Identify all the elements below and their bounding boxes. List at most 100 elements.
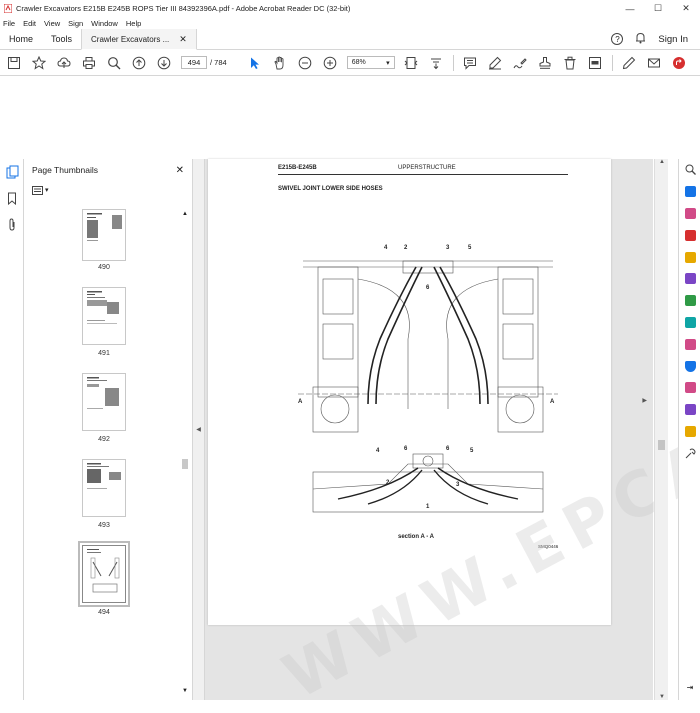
thumbnail-page-490[interactable] <box>82 209 126 261</box>
page-number-input[interactable]: 494 <box>181 56 207 69</box>
fill-sign-icon[interactable] <box>679 333 700 355</box>
window-title: Crawler Excavators E215B E245B ROPS Tier… <box>16 4 616 13</box>
chevron-right-icon[interactable]: ▶ <box>642 397 647 404</box>
section-mark-left: A <box>298 399 303 405</box>
request-signature-icon[interactable] <box>679 399 700 421</box>
search-icon[interactable] <box>106 55 122 71</box>
email-icon[interactable] <box>646 55 662 71</box>
upload-cloud-icon[interactable] <box>56 55 72 71</box>
scroll-up-arrow-icon[interactable]: ▲ <box>182 211 188 217</box>
next-page-icon[interactable] <box>156 55 172 71</box>
document-scrollbar[interactable]: ▲ ▼ <box>654 159 668 700</box>
document-viewer[interactable]: E215B-E245B UPPERSTRUCTURE SWIVEL JOINT … <box>205 159 653 700</box>
pdf-page: E215B-E245B UPPERSTRUCTURE SWIVEL JOINT … <box>208 159 611 625</box>
menu-edit[interactable]: Edit <box>23 19 36 28</box>
sign-in-button[interactable]: Sign In <box>658 34 688 45</box>
search-tool-icon[interactable] <box>679 159 700 181</box>
delete-trash-icon[interactable] <box>562 55 578 71</box>
thumbnails-scrollbar[interactable]: ▲ ▼ <box>182 211 188 694</box>
chevron-left-icon: ◀ <box>196 426 201 433</box>
previous-page-icon[interactable] <box>131 55 147 71</box>
notifications-icon[interactable] <box>635 32 646 47</box>
thumbnail-label: 494 <box>24 609 184 616</box>
thumbnail-page-491[interactable] <box>82 287 126 345</box>
toolbar-separator <box>453 55 454 71</box>
menu-help[interactable]: Help <box>126 19 141 28</box>
redact-icon[interactable] <box>587 55 603 71</box>
prepare-form-icon[interactable] <box>679 377 700 399</box>
select-cursor-icon[interactable] <box>247 55 263 71</box>
sign-pen-icon[interactable] <box>512 55 528 71</box>
attachments-icon[interactable] <box>0 211 24 237</box>
thumbnail-label: 492 <box>24 436 184 443</box>
protect-shield-icon[interactable] <box>679 355 700 377</box>
tab-tools[interactable]: Tools <box>42 29 81 49</box>
highlight-pen-icon[interactable] <box>487 55 503 71</box>
comment-tool-icon[interactable] <box>679 246 700 268</box>
stamp-icon[interactable] <box>537 55 553 71</box>
thumbnails-scrollbar-thumb[interactable] <box>182 459 188 469</box>
collapse-rail-icon[interactable]: ⇥ <box>679 676 700 698</box>
menu-bar: File Edit View Sign Window Help <box>0 17 700 29</box>
page-total: / 784 <box>210 58 227 67</box>
export-pdf-icon[interactable] <box>679 224 700 246</box>
save-icon[interactable] <box>6 55 22 71</box>
menu-file[interactable]: File <box>3 19 15 28</box>
scroll-up-arrow-icon[interactable]: ▲ <box>655 159 669 165</box>
send-for-comments-icon[interactable] <box>679 421 700 443</box>
thumbnail-options-button[interactable]: ▾ <box>32 184 52 196</box>
edit-pdf-icon[interactable] <box>679 203 700 225</box>
comment-icon[interactable] <box>462 55 478 71</box>
tab-home[interactable]: Home <box>0 29 42 49</box>
fit-page-icon[interactable] <box>403 55 419 71</box>
scroll-mode-icon[interactable] <box>428 55 444 71</box>
zoom-in-icon[interactable] <box>322 55 338 71</box>
more-tools-icon[interactable] <box>679 442 700 464</box>
zoom-out-icon[interactable] <box>297 55 313 71</box>
print-icon[interactable] <box>81 55 97 71</box>
share-icon[interactable] <box>671 55 687 71</box>
bookmark-star-icon[interactable] <box>31 55 47 71</box>
close-tab-icon[interactable]: ✕ <box>179 34 187 45</box>
scroll-down-arrow-icon[interactable]: ▼ <box>182 688 188 694</box>
scroll-down-arrow-icon[interactable]: ▼ <box>655 694 669 700</box>
tab-document-label: Crawler Excavators ... <box>91 35 169 44</box>
draw-pen-icon[interactable] <box>621 55 637 71</box>
page-header-section: UPPERSTRUCTURE <box>398 165 456 171</box>
section-mark-right: A <box>550 399 555 405</box>
zoom-level-value: 68% <box>352 59 366 66</box>
minimize-button[interactable]: — <box>616 0 644 17</box>
organize-pages-icon[interactable] <box>679 290 700 312</box>
callout-6: 6 <box>446 446 450 452</box>
thumbnail-page-492[interactable] <box>82 373 126 431</box>
hand-tool-icon[interactable] <box>272 55 288 71</box>
page-thumbnails-icon[interactable] <box>0 159 24 185</box>
menu-window[interactable]: Window <box>91 19 118 28</box>
maximize-button[interactable]: ☐ <box>644 0 672 17</box>
section-label: section A - A <box>398 534 434 540</box>
tab-document[interactable]: Crawler Excavators ... ✕ <box>81 29 197 50</box>
thumbnail-label: 491 <box>24 350 184 357</box>
menu-view[interactable]: View <box>44 19 60 28</box>
page-header-model: E215B-E245B <box>278 165 317 171</box>
figure-id: SMQ0446 <box>538 544 558 549</box>
thumbnail-page-493[interactable] <box>82 459 126 517</box>
menu-sign[interactable]: Sign <box>68 19 83 28</box>
callout-3: 3 <box>446 245 450 251</box>
close-window-button[interactable]: ✕ <box>672 0 700 17</box>
header-rule <box>278 174 568 175</box>
combine-files-icon[interactable] <box>679 268 700 290</box>
create-pdf-icon[interactable] <box>679 181 700 203</box>
panel-collapse-handle[interactable]: ◀ <box>193 159 205 700</box>
close-panel-icon[interactable]: ✕ <box>176 165 184 176</box>
main-toolbar: 494 / 784 68% ▾ <box>0 50 700 76</box>
zoom-level-select[interactable]: 68% ▾ <box>347 56 395 69</box>
bookmarks-icon[interactable] <box>0 185 24 211</box>
callout-4: 4 <box>376 448 380 454</box>
callout-5: 5 <box>470 448 474 454</box>
help-icon[interactable]: ? <box>611 33 623 45</box>
thumbnail-page-494-selected[interactable] <box>82 545 126 603</box>
document-scrollbar-thumb[interactable] <box>658 440 665 450</box>
scan-ocr-icon[interactable] <box>679 312 700 334</box>
right-tools-rail: ⇥ <box>678 159 700 700</box>
